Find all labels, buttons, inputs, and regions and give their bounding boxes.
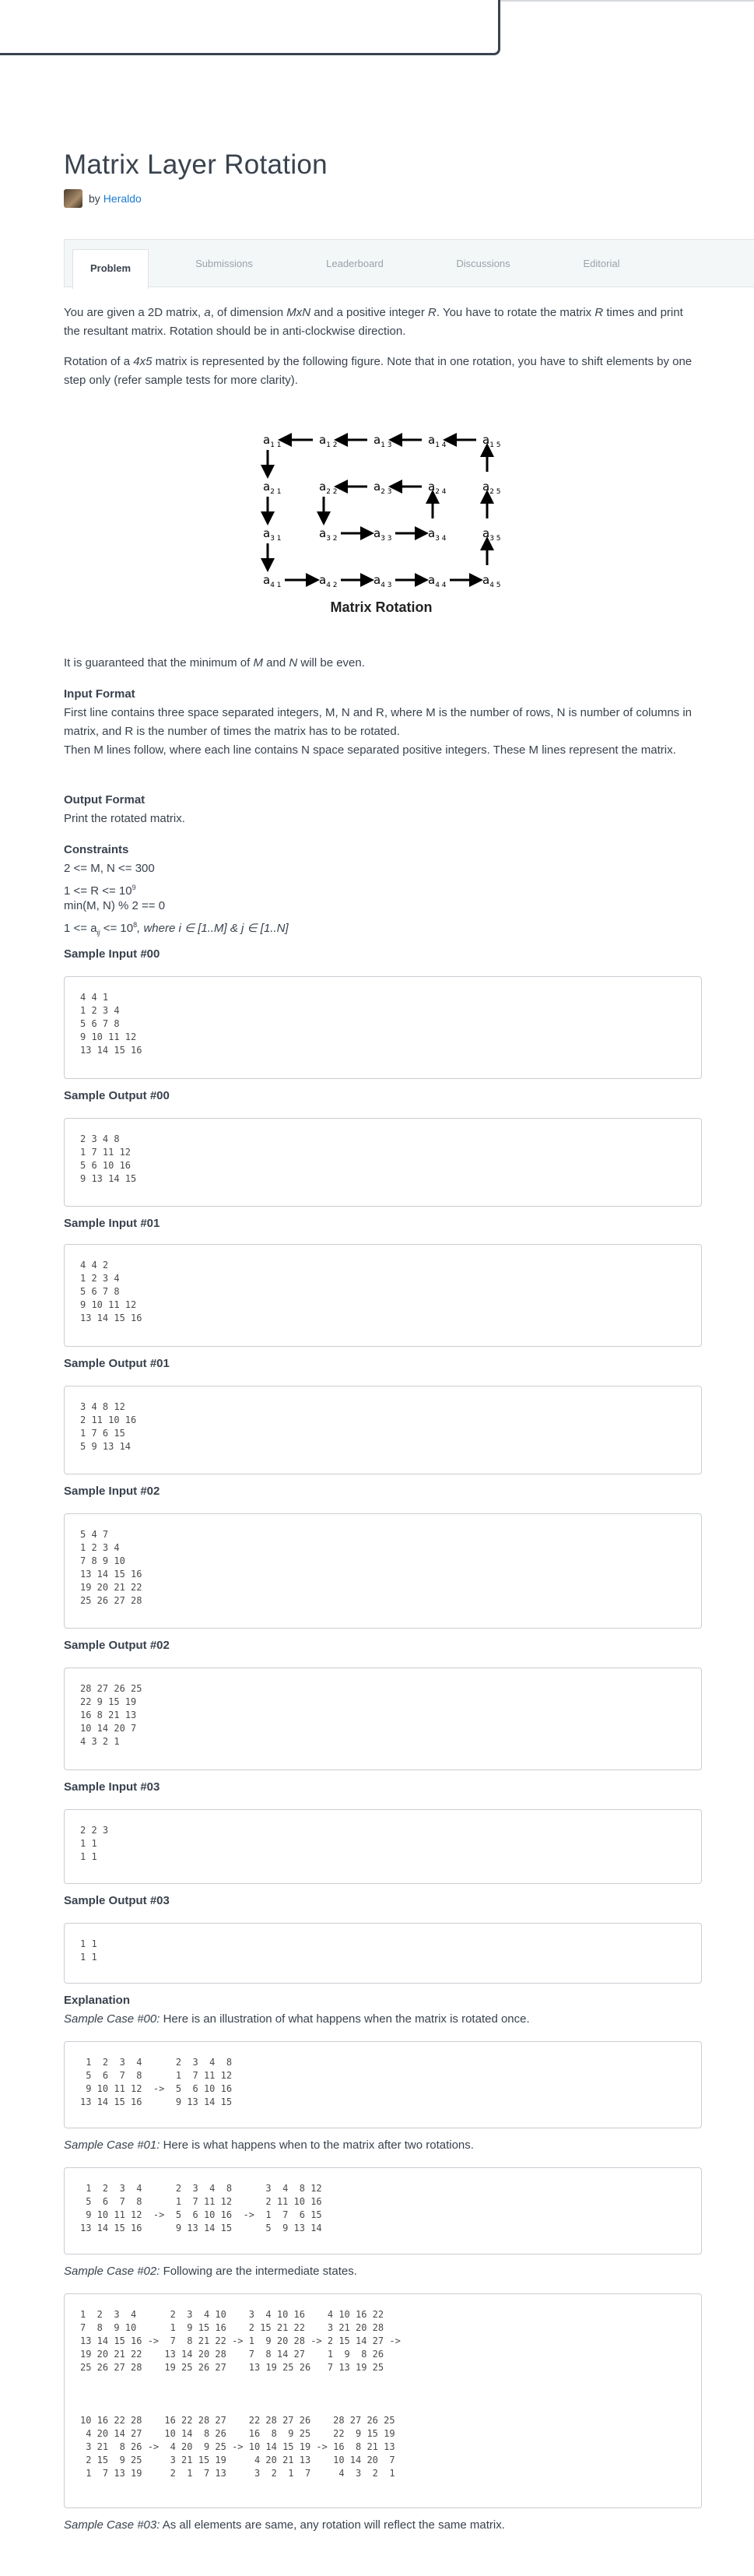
sample-output-02-code: 28 27 26 25 22 9 15 19 16 8 21 13 10 14 … [64, 1668, 702, 1770]
svg-text:a1 3: a1 3 [373, 433, 392, 449]
sample-output-01-code: 3 4 8 12 2 11 10 16 1 7 6 15 5 9 13 14 [64, 1386, 702, 1474]
sample-output-01-heading: Sample Output #01 [64, 1357, 170, 1370]
tab-submissions[interactable]: Submissions [181, 240, 267, 288]
byline-prefix: by [89, 192, 100, 205]
svg-text:a2 1: a2 1 [263, 480, 282, 496]
svg-text:a2 4: a2 4 [428, 480, 447, 496]
author-link[interactable]: Heraldo [103, 192, 142, 205]
top-nav-panel [0, 0, 500, 55]
svg-text:a2 3: a2 3 [373, 480, 392, 496]
svg-text:a3 3: a3 3 [373, 526, 392, 543]
sample-output-00-heading: Sample Output #00 [64, 1089, 170, 1102]
intro-paragraph-2: Rotation of a 4x5 matrix is represented … [64, 355, 693, 387]
intro-paragraph-1: You are given a 2D matrix, a, of dimensi… [64, 306, 683, 338]
svg-text:a1 5: a1 5 [482, 433, 501, 449]
matrix-rotation-figure: a1 1 a1 2 a1 3 a1 4 a1 5 a2 1 a2 2 a2 3 … [249, 427, 514, 629]
input-format-heading: Input Format [64, 687, 135, 701]
input-format-line-1: First line contains three space separate… [64, 706, 693, 738]
byline: by Heraldo [64, 189, 142, 208]
explanation-case-01-code: 1 2 3 4 2 3 4 8 3 4 8 12 5 6 7 8 1 7 11 … [64, 2167, 702, 2254]
avatar[interactable] [64, 189, 82, 208]
explanation-heading: Explanation [64, 1994, 131, 2007]
svg-text:a1 2: a1 2 [319, 433, 338, 449]
svg-text:a1 4: a1 4 [428, 433, 447, 449]
svg-text:a4 4: a4 4 [428, 573, 447, 589]
sample-input-02-code: 5 4 7 1 2 3 4 7 8 9 10 13 14 15 16 19 20… [64, 1513, 702, 1629]
svg-text:a3 2: a3 2 [319, 526, 338, 543]
guarantee-text: It is guaranteed that the minimum of M a… [64, 656, 365, 669]
sample-input-01-heading: Sample Input #01 [64, 1217, 160, 1230]
tab-editorial[interactable]: Editorial [563, 240, 640, 288]
svg-text:a4 1: a4 1 [263, 573, 282, 589]
svg-text:a3 1: a3 1 [263, 526, 282, 543]
svg-text:a4 3: a4 3 [373, 573, 392, 589]
rotation-diagram: a1 1 a1 2 a1 3 a1 4 a1 5 a2 1 a2 2 a2 3 … [261, 433, 501, 589]
constraint-3: min(M, N) % 2 == 0 [64, 899, 166, 912]
problem-tabs: Problem Submissions Leaderboard Discussi… [64, 239, 754, 290]
tab-discussions[interactable]: Discussions [437, 240, 530, 288]
sample-input-00-code: 4 4 1 1 2 3 4 5 6 7 8 9 10 11 12 13 14 1… [64, 976, 702, 1079]
output-format-text: Print the rotated matrix. [64, 812, 185, 825]
sample-input-01-code: 4 4 2 1 2 3 4 5 6 7 8 9 10 11 12 13 14 1… [64, 1244, 702, 1347]
tab-problem[interactable]: Problem [72, 249, 149, 290]
explanation-case-02-code: 1 2 3 4 2 3 4 10 3 4 10 16 4 10 16 22 7 … [64, 2293, 702, 2508]
sample-input-03-heading: Sample Input #03 [64, 1780, 160, 1794]
output-format-heading: Output Format [64, 793, 146, 807]
explanation-case-01: Sample Case #01: Here is what happens wh… [64, 2138, 474, 2152]
svg-text:a2 2: a2 2 [319, 480, 338, 496]
explanation-case-00-code: 1 2 3 4 2 3 4 8 5 6 7 8 1 7 11 12 9 10 1… [64, 2041, 702, 2128]
svg-text:a4 5: a4 5 [482, 573, 501, 589]
svg-text:a1 1: a1 1 [263, 433, 282, 449]
svg-text:a4 2: a4 2 [319, 573, 338, 589]
sample-output-02-heading: Sample Output #02 [64, 1639, 170, 1652]
explanation-case-02: Sample Case #02: Following are the inter… [64, 2265, 357, 2278]
tab-leaderboard[interactable]: Leaderboard [312, 240, 398, 288]
sample-output-03-heading: Sample Output #03 [64, 1894, 170, 1907]
svg-text:a3 5: a3 5 [482, 526, 501, 543]
figure-caption: Matrix Rotation [330, 599, 433, 615]
sample-input-02-heading: Sample Input #02 [64, 1485, 160, 1498]
explanation-case-00: Sample Case #00: Here is an illustration… [64, 2012, 530, 2026]
sample-input-00-heading: Sample Input #00 [64, 947, 160, 961]
constraint-4: 1 <= aij <= 108, where i ∈ [1..M] & j ∈ … [64, 921, 289, 937]
sample-output-03-code: 1 1 1 1 [64, 1923, 702, 1984]
page-title: Matrix Layer Rotation [64, 149, 328, 180]
svg-text:a3 4: a3 4 [428, 526, 447, 543]
constraints-heading: Constraints [64, 843, 129, 856]
constraint-1: 2 <= M, N <= 300 [64, 862, 155, 875]
explanation-case-03: Sample Case #03: As all elements are sam… [64, 2518, 505, 2532]
input-format-line-2: Then M lines follow, where each line con… [64, 743, 676, 757]
sample-output-00-code: 2 3 4 8 1 7 11 12 5 6 10 16 9 13 14 15 [64, 1118, 702, 1207]
sample-input-03-code: 2 2 3 1 1 1 1 [64, 1809, 702, 1884]
svg-text:a2 5: a2 5 [482, 480, 501, 496]
